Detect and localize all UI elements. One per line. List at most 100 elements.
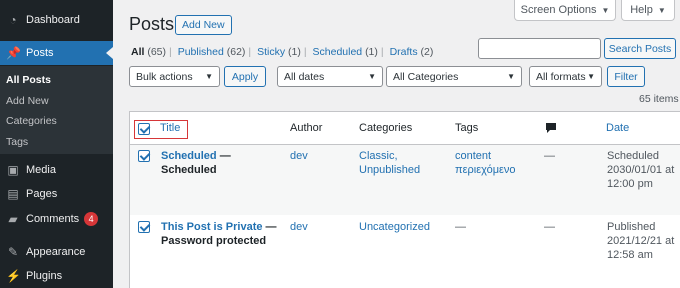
tag-link[interactable]: content (455, 149, 491, 163)
comments-count: — (544, 221, 555, 233)
media-icon: ▣ (7, 163, 19, 177)
filter-published[interactable]: Published (62) (178, 46, 246, 58)
chevron-down-icon: ▼ (587, 72, 595, 81)
bulk-actions-value: Bulk actions (136, 70, 193, 83)
category-link[interactable]: Classic, (359, 149, 398, 163)
items-count: 65 items (639, 93, 679, 105)
row-title-cell: Scheduled — Scheduled (161, 149, 286, 177)
filter-drafts[interactable]: Drafts (2) (390, 46, 434, 58)
submenu-all-posts[interactable]: All Posts (6, 74, 51, 86)
submenu-categories[interactable]: Categories (6, 115, 57, 127)
help-label: Help (630, 4, 653, 16)
pages-icon: ▤ (7, 187, 19, 201)
categories-value: All Categories (393, 70, 459, 83)
sidebar-item-label: Plugins (26, 270, 63, 282)
title-dash: — (265, 221, 277, 233)
time-value: 12:58 am (607, 249, 653, 261)
category-link[interactable]: Unpublished (359, 163, 420, 177)
title-dash: — (219, 150, 231, 162)
tags-empty: — (455, 221, 466, 233)
sidebar-item-label: Comments (26, 213, 80, 225)
filter-separator: | (248, 46, 252, 58)
table-header: Title Author Categories Tags Date (130, 112, 680, 145)
post-title-link[interactable]: This Post is Private (161, 221, 262, 233)
plugins-icon: ⚡ (6, 269, 21, 283)
sidebar-item-label: Dashboard (26, 14, 80, 26)
filter-separator: | (303, 46, 307, 58)
row-checkbox[interactable] (138, 221, 150, 233)
sidebar-item-posts[interactable]: 📌 Posts (0, 41, 113, 65)
post-title-link[interactable]: Scheduled (161, 150, 217, 162)
sidebar-item-label: Appearance (26, 246, 86, 258)
admin-sidebar: ◔ Dashboard 📌 Posts All Posts Add New Ca… (0, 0, 113, 288)
bulk-actions-select[interactable]: Bulk actions ▼ (129, 66, 220, 87)
filter-sticky[interactable]: Sticky (1) (257, 46, 301, 58)
category-link[interactable]: Uncategorized (359, 220, 430, 234)
sidebar-item-appearance[interactable]: ✎ Appearance (0, 240, 113, 264)
filter-all[interactable]: All (65) (131, 46, 166, 58)
sidebar-item-pages[interactable]: ▤ Pages (0, 182, 113, 206)
help-button[interactable]: Help ▼ (621, 0, 675, 21)
categories-select[interactable]: All Categories ▼ (386, 66, 522, 87)
pin-icon: 📌 (6, 46, 21, 60)
comments-count-badge: 4 (84, 212, 99, 226)
table-row: Scheduled — Scheduled dev Classic, Unpub… (130, 145, 680, 215)
author-link[interactable]: dev (290, 149, 308, 163)
filter-button[interactable]: Filter (607, 66, 645, 87)
author-link[interactable]: dev (290, 220, 308, 234)
apply-button[interactable]: Apply (224, 66, 266, 87)
submenu-tags[interactable]: Tags (6, 136, 28, 148)
filter-separator: | (380, 46, 384, 58)
row-checkbox[interactable] (138, 150, 150, 162)
column-categories: Categories (359, 122, 413, 134)
column-tags: Tags (455, 122, 479, 134)
posts-submenu: All Posts Add New Categories Tags (0, 66, 113, 154)
comments-icon: ▰ (8, 212, 18, 226)
screen-options-button[interactable]: Screen Options ▼ (514, 0, 616, 21)
column-title[interactable]: Title (160, 122, 180, 134)
posts-table: Title Author Categories Tags Date Schedu… (129, 111, 680, 288)
search-posts-button[interactable]: Search Posts (604, 38, 676, 59)
page-title: Posts (129, 14, 175, 34)
search-input[interactable] (478, 38, 601, 59)
formats-value: All formats (536, 70, 586, 83)
caret-down-icon: ▼ (657, 5, 666, 15)
date-value: 2030/01/01 at (607, 164, 675, 176)
appearance-icon: ✎ (7, 245, 19, 259)
date-status: Scheduled (607, 150, 659, 162)
dashboard-icon: ◔ (9, 13, 17, 27)
comments-column-icon (545, 122, 557, 137)
time-value: 12:00 pm (607, 178, 653, 190)
column-author: Author (290, 122, 323, 134)
sidebar-item-media[interactable]: ▣ Media (0, 158, 113, 182)
status-filters: All (65) | Published (62) | Sticky (1) | Sc… (131, 46, 433, 58)
table-row: This Post is Private — Password protecte… (130, 215, 680, 285)
chevron-down-icon: ▼ (205, 72, 213, 81)
tag-link[interactable]: περιεχόμενο (455, 163, 516, 177)
dates-select[interactable]: All dates ▼ (277, 66, 383, 87)
date-status: Published (607, 221, 656, 233)
add-new-button[interactable]: Add New (175, 15, 232, 35)
sidebar-item-label: Posts (26, 47, 54, 59)
sidebar-item-dashboard[interactable]: ◔ Dashboard (0, 8, 113, 32)
filter-scheduled[interactable]: Scheduled (1) (313, 46, 378, 58)
filter-separator: | (169, 46, 172, 58)
dates-value: All dates (284, 70, 325, 83)
submenu-add-new[interactable]: Add New (6, 95, 49, 107)
caret-down-icon: ▼ (601, 5, 610, 15)
date-value: 2021/12/21 at (607, 235, 675, 247)
sidebar-item-plugins[interactable]: ⚡ Plugins (0, 264, 113, 288)
formats-select[interactable]: All formats ▼ (529, 66, 602, 87)
screen-options-label: Screen Options (520, 4, 597, 16)
post-state: Password protected (161, 235, 267, 247)
sidebar-item-comments[interactable]: ▰ Comments 4 (0, 207, 113, 231)
row-title-cell: This Post is Private — Password protecte… (161, 220, 286, 248)
comments-count: — (544, 150, 555, 162)
chevron-down-icon: ▼ (507, 72, 515, 81)
sidebar-item-label: Pages (26, 188, 58, 200)
select-all-checkbox[interactable] (138, 123, 150, 135)
post-state: Scheduled (161, 164, 217, 176)
chevron-down-icon: ▼ (368, 72, 376, 81)
sidebar-item-label: Media (26, 164, 56, 176)
column-date[interactable]: Date (606, 122, 629, 134)
